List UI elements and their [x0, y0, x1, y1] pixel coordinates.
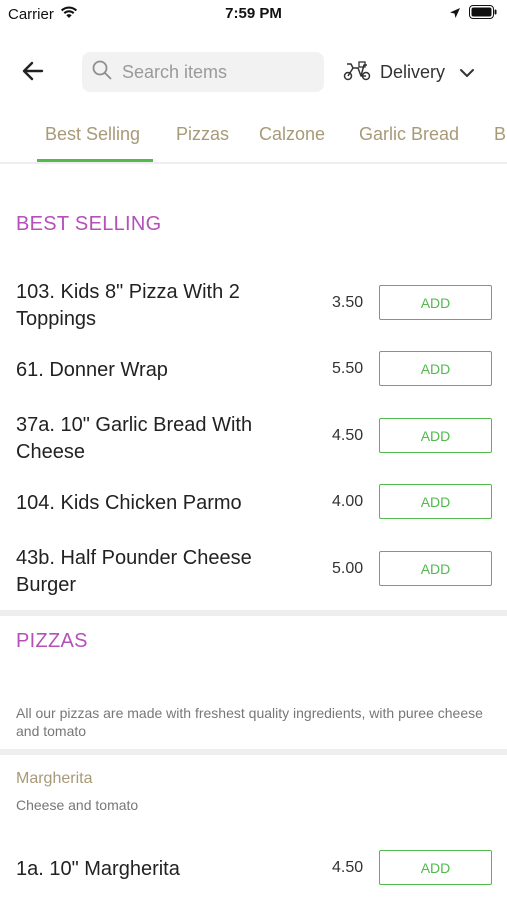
add-button[interactable]: ADD [379, 351, 492, 386]
item-price: 3.50 [332, 294, 364, 311]
add-button[interactable]: ADD [379, 285, 492, 320]
item-name: 43b. Half Pounder Cheese Burger [16, 547, 252, 596]
tab-calzone[interactable]: Calzone [259, 124, 325, 145]
header: Delivery [0, 50, 507, 94]
add-button[interactable]: ADD [379, 484, 492, 519]
add-button[interactable]: ADD [379, 418, 492, 453]
chevron-down-icon [459, 62, 475, 83]
item-price: 4.00 [332, 493, 364, 510]
active-tab-indicator [37, 159, 153, 162]
item-price: 5.00 [332, 560, 364, 577]
item-name: 103. Kids 8" Pizza With 2 Toppings [16, 281, 240, 330]
subcategory-title: Margherita [16, 770, 93, 787]
tab-garlic-bread[interactable]: Garlic Bread [359, 124, 459, 145]
item-price: 4.50 [332, 859, 364, 876]
add-button[interactable]: ADD [379, 850, 492, 885]
status-bar: Carrier 7:59 PM [0, 0, 507, 28]
tab-next[interactable]: B [494, 124, 506, 145]
location-arrow-icon [449, 6, 461, 24]
item-price: 4.50 [332, 427, 364, 444]
back-arrow-icon [22, 61, 44, 81]
search-input[interactable] [120, 60, 314, 84]
scooter-icon [342, 59, 372, 86]
category-tabs: Best Selling Pizzas Calzone Garlic Bread… [0, 112, 507, 164]
item-name: 104. Kids Chicken Parmo [16, 492, 242, 514]
search-box[interactable] [82, 52, 324, 92]
item-name: 37a. 10" Garlic Bread With Cheese [16, 414, 253, 463]
delivery-selector[interactable]: Delivery [342, 56, 475, 88]
battery-icon [469, 5, 497, 24]
section-divider [0, 610, 507, 616]
item-name: 61. Donner Wrap [16, 359, 168, 381]
section-title-pizzas: PIZZAS [16, 630, 88, 652]
tab-pizzas[interactable]: Pizzas [176, 124, 229, 145]
delivery-label: Delivery [380, 61, 446, 82]
section-divider [0, 749, 507, 755]
search-icon [92, 60, 112, 85]
section-description: All our pizzas are made with freshest qu… [16, 705, 483, 739]
subcategory-description: Cheese and tomato [16, 797, 139, 813]
tab-best-selling[interactable]: Best Selling [45, 124, 140, 145]
add-button[interactable]: ADD [379, 551, 492, 586]
item-price: 5.50 [332, 360, 364, 377]
status-time: 7:59 PM [225, 5, 282, 22]
item-name: 1a. 10" Margherita [16, 858, 180, 880]
back-button[interactable] [20, 58, 52, 86]
section-title-best-selling: BEST SELLING [16, 213, 162, 235]
